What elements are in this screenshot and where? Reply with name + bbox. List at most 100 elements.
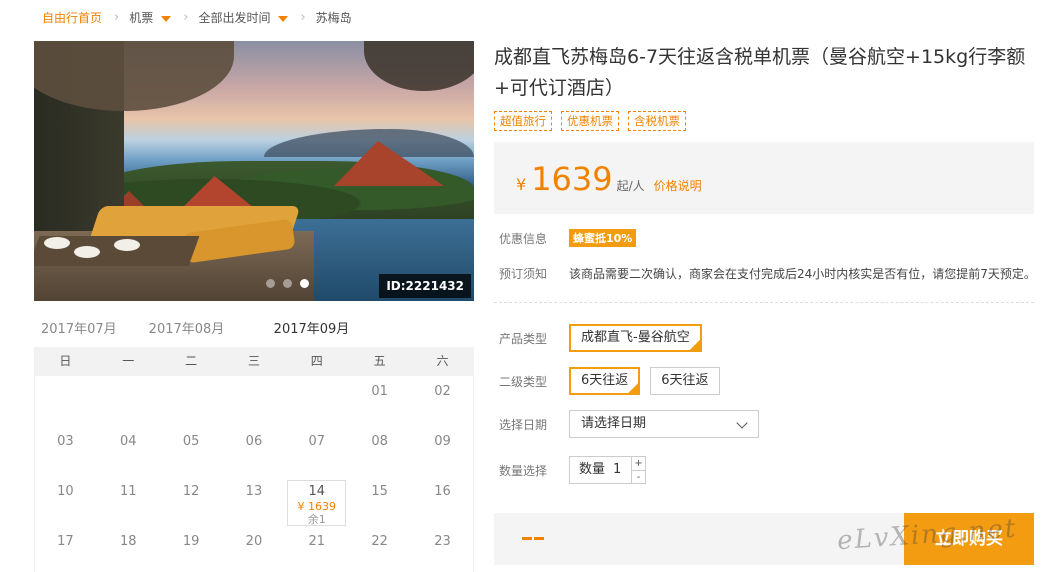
calendar-day: 10 [34, 476, 97, 526]
breadcrumb: 自由行首页 › 机票 › 全部出发时间 › 苏梅岛 [42, 8, 352, 26]
product-tags: 超值旅行 优惠机票 含税机票 [494, 111, 686, 131]
tab-month-08[interactable]: 2017年08月 [124, 318, 249, 348]
product-id-tag: ID:2221432 [379, 274, 471, 298]
calendar-day-number: 13 [245, 484, 263, 499]
calendar-week-row: 03 04 05 06 07 08 09 [34, 426, 474, 476]
sub-type-option[interactable]: 6天往返 [650, 367, 720, 395]
calendar-day-number: 02 [434, 384, 451, 399]
hero-plate-shape [74, 246, 100, 258]
weekday-label: 六 [436, 354, 449, 368]
calendar-day [97, 376, 160, 426]
calendar-day-number: 22 [371, 534, 388, 549]
calendar-day: 11 [97, 476, 160, 526]
calendar-day: 08 [348, 426, 411, 476]
calendar-day: 18 [97, 526, 160, 572]
calendar-day-number: 05 [182, 434, 200, 449]
calendar-day-number: 12 [182, 484, 200, 499]
weekday-label: 三 [247, 354, 260, 368]
quantity-label: 数量选择 [499, 463, 548, 478]
calendar-day-number: 21 [308, 534, 326, 549]
breadcrumb-category-label: 机票 [129, 10, 154, 25]
calendar-day-available[interactable]: 14 ¥ 1639 余1 [285, 476, 348, 526]
calendar-week-row: 17 18 19 20 21 22 23 [34, 526, 474, 572]
calendar-day-number: 23 [434, 534, 451, 549]
calendar-day-number: 17 [57, 534, 74, 549]
breadcrumb-category-dropdown[interactable]: 机票 [129, 9, 172, 26]
sub-type-label: 二级类型 [499, 374, 548, 389]
calendar-day: 20 [223, 526, 286, 572]
price-explain-link[interactable]: 价格说明 [654, 177, 702, 194]
booking-notice-row: 预订须知 该商品需要二次确认，商家会在支付完成后24小时内核实是否有位，请您提前… [499, 265, 1036, 282]
calendar-day-number: 19 [182, 534, 200, 549]
weekday-label: 日 [59, 354, 72, 368]
calendar-day: 03 [34, 426, 97, 476]
calendar-day-number: 16 [434, 484, 451, 499]
calendar-day: 19 [160, 526, 223, 572]
calendar-day-number: 09 [434, 434, 451, 449]
tab-month-07[interactable]: 2017年07月 [34, 318, 124, 348]
quantity-steps: + - [631, 457, 646, 484]
total-placeholder-dash [522, 537, 532, 540]
carousel-dots [266, 279, 309, 288]
calendar-day: 05 [160, 426, 223, 476]
calendar-day: 07 [285, 426, 348, 476]
date-row: 选择日期 请选择日期 [499, 410, 759, 438]
quantity-stepper: 数量 1 + - [569, 456, 647, 484]
quantity-input[interactable]: 1 [613, 457, 631, 483]
hero-plate-shape [114, 239, 140, 251]
calendar-day [285, 376, 348, 426]
hero-image-carousel[interactable]: ID:2221432 [34, 41, 474, 301]
calendar-day-remaining: 余1 [307, 513, 326, 526]
hero-umbrella-shape [364, 41, 474, 91]
product-tag: 超值旅行 [494, 111, 552, 131]
calendar-day: 21 [285, 526, 348, 572]
calendar-day-price: ¥ 1639 [297, 500, 337, 513]
discount-badge: 蜂蜜抵10% [569, 229, 637, 247]
calendar-day: 09 [411, 426, 474, 476]
sub-type-row: 二级类型 6天往返 6天往返 [499, 367, 730, 395]
calendar-day: 17 [34, 526, 97, 572]
product-title: 成都直飞苏梅岛6-7天往返含税单机票（曼谷航空+15kg行李额+可代订酒店） [494, 46, 1026, 99]
price-display: ¥ 1639 起/人 价格说明 [516, 160, 702, 198]
calendar-day: 16 [411, 476, 474, 526]
discount-label: 优惠信息 [499, 231, 548, 246]
calendar-day: 13 [223, 476, 286, 526]
breadcrumb-home-link[interactable]: 自由行首页 [42, 9, 102, 26]
quantity-row: 数量选择 数量 1 + - [499, 456, 647, 484]
carousel-dot[interactable] [283, 279, 292, 288]
calendar-day-number: 14 [308, 484, 326, 499]
carousel-dot-active[interactable] [300, 279, 309, 288]
breadcrumb-separator-icon: › [114, 9, 120, 25]
increment-button[interactable]: + [632, 457, 645, 470]
calendar-day: 15 [348, 476, 411, 526]
calendar-day: 01 [348, 376, 411, 426]
sub-type-option-selected[interactable]: 6天往返 [569, 367, 641, 395]
calendar-week-row: 01 02 [34, 376, 474, 426]
breadcrumb-separator-icon: › [300, 9, 306, 25]
weekday-label: 二 [185, 354, 198, 368]
breadcrumb-departure-dropdown[interactable]: 全部出发时间 [198, 9, 289, 26]
product-type-option[interactable]: 成都直飞-曼谷航空 [569, 324, 702, 352]
currency-symbol: ¥ [516, 175, 527, 194]
price-unit: 起/人 [616, 179, 645, 193]
calendar-day-number: 06 [245, 434, 263, 449]
calendar-day-number: 18 [119, 534, 137, 549]
calendar-day: 06 [223, 426, 286, 476]
decrement-button[interactable]: - [632, 470, 646, 484]
weekday-label: 四 [310, 354, 323, 368]
calendar-day [223, 376, 286, 426]
date-select[interactable]: 请选择日期 [569, 410, 759, 438]
tab-month-09-active[interactable]: 2017年09月 [249, 318, 374, 352]
price-amount: 1639 [531, 160, 613, 198]
chevron-down-icon [736, 417, 748, 429]
calendar-day: 04 [97, 426, 160, 476]
product-tag: 优惠机票 [561, 111, 619, 131]
calendar-day-number: 11 [119, 484, 137, 499]
calendar-day: 02 [411, 376, 474, 426]
calendar-day [160, 376, 223, 426]
price-panel: ¥ 1639 起/人 价格说明 [494, 142, 1034, 214]
calendar-day-number: 01 [371, 384, 388, 399]
calendar-weekday-header: 日 一 二 三 四 五 六 [34, 347, 474, 376]
calendar-day-number: 07 [308, 434, 326, 449]
carousel-dot[interactable] [266, 279, 275, 288]
